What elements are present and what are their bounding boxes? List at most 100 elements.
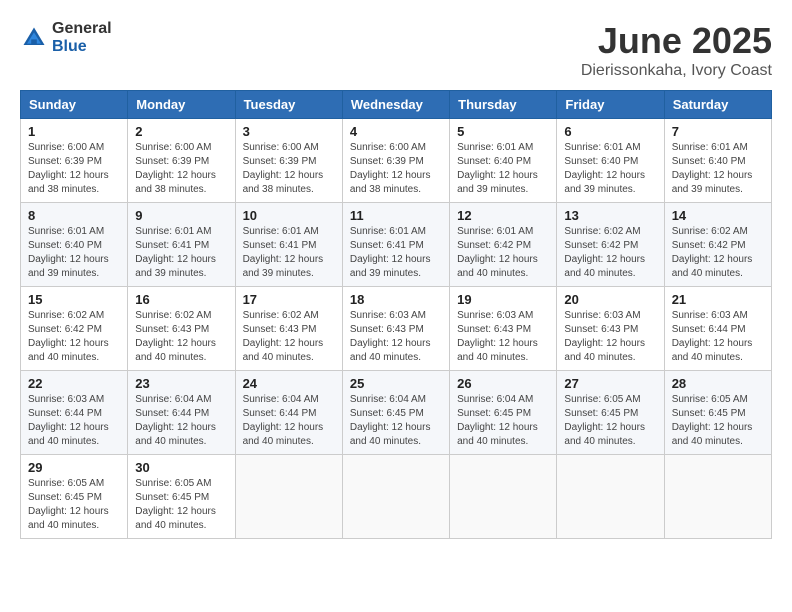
day-number: 27 [564,376,656,391]
table-cell: 6 Sunrise: 6:01 AMSunset: 6:40 PMDayligh… [557,119,664,203]
table-cell: 25 Sunrise: 6:04 AMSunset: 6:45 PMDaylig… [342,371,449,455]
day-number: 20 [564,292,656,307]
table-cell: 21 Sunrise: 6:03 AMSunset: 6:44 PMDaylig… [664,287,771,371]
page-header: General Blue June 2025 Dierissonkaha, Iv… [20,20,772,80]
day-info: Sunrise: 6:01 AMSunset: 6:40 PMDaylight:… [457,142,538,195]
calendar-row: 8 Sunrise: 6:01 AMSunset: 6:40 PMDayligh… [21,203,772,287]
day-info: Sunrise: 6:01 AMSunset: 6:40 PMDaylight:… [564,142,645,195]
calendar-row: 22 Sunrise: 6:03 AMSunset: 6:44 PMDaylig… [21,371,772,455]
day-number: 14 [672,208,764,223]
day-info: Sunrise: 6:05 AMSunset: 6:45 PMDaylight:… [672,394,753,447]
day-info: Sunrise: 6:03 AMSunset: 6:43 PMDaylight:… [350,310,431,363]
day-info: Sunrise: 6:01 AMSunset: 6:41 PMDaylight:… [135,226,216,279]
day-number: 8 [28,208,120,223]
day-info: Sunrise: 6:02 AMSunset: 6:42 PMDaylight:… [28,310,109,363]
day-number: 23 [135,376,227,391]
table-cell: 1 Sunrise: 6:00 AMSunset: 6:39 PMDayligh… [21,119,128,203]
day-number: 4 [350,124,442,139]
day-info: Sunrise: 6:00 AMSunset: 6:39 PMDaylight:… [350,142,431,195]
logo-icon [20,24,48,52]
day-info: Sunrise: 6:00 AMSunset: 6:39 PMDaylight:… [28,142,109,195]
day-info: Sunrise: 6:01 AMSunset: 6:40 PMDaylight:… [672,142,753,195]
table-cell: 9 Sunrise: 6:01 AMSunset: 6:41 PMDayligh… [128,203,235,287]
table-cell: 3 Sunrise: 6:00 AMSunset: 6:39 PMDayligh… [235,119,342,203]
calendar-header-row: Sunday Monday Tuesday Wednesday Thursday… [21,91,772,119]
day-info: Sunrise: 6:03 AMSunset: 6:43 PMDaylight:… [457,310,538,363]
logo-wordmark: General Blue [52,20,112,56]
table-cell: 23 Sunrise: 6:04 AMSunset: 6:44 PMDaylig… [128,371,235,455]
day-info: Sunrise: 6:02 AMSunset: 6:43 PMDaylight:… [135,310,216,363]
day-info: Sunrise: 6:00 AMSunset: 6:39 PMDaylight:… [135,142,216,195]
day-info: Sunrise: 6:01 AMSunset: 6:40 PMDaylight:… [28,226,109,279]
day-number: 19 [457,292,549,307]
day-info: Sunrise: 6:01 AMSunset: 6:41 PMDaylight:… [243,226,324,279]
col-wednesday: Wednesday [342,91,449,119]
day-number: 2 [135,124,227,139]
day-info: Sunrise: 6:00 AMSunset: 6:39 PMDaylight:… [243,142,324,195]
day-number: 15 [28,292,120,307]
calendar-row: 1 Sunrise: 6:00 AMSunset: 6:39 PMDayligh… [21,119,772,203]
day-number: 6 [564,124,656,139]
day-info: Sunrise: 6:04 AMSunset: 6:44 PMDaylight:… [243,394,324,447]
calendar-table: Sunday Monday Tuesday Wednesday Thursday… [20,90,772,539]
day-info: Sunrise: 6:03 AMSunset: 6:43 PMDaylight:… [564,310,645,363]
table-cell: 11 Sunrise: 6:01 AMSunset: 6:41 PMDaylig… [342,203,449,287]
day-number: 16 [135,292,227,307]
table-cell [664,455,771,539]
day-number: 1 [28,124,120,139]
day-info: Sunrise: 6:01 AMSunset: 6:42 PMDaylight:… [457,226,538,279]
day-info: Sunrise: 6:04 AMSunset: 6:45 PMDaylight:… [457,394,538,447]
table-cell: 24 Sunrise: 6:04 AMSunset: 6:44 PMDaylig… [235,371,342,455]
table-cell: 30 Sunrise: 6:05 AMSunset: 6:45 PMDaylig… [128,455,235,539]
table-cell: 2 Sunrise: 6:00 AMSunset: 6:39 PMDayligh… [128,119,235,203]
table-cell: 19 Sunrise: 6:03 AMSunset: 6:43 PMDaylig… [450,287,557,371]
location-title: Dierissonkaha, Ivory Coast [581,62,772,80]
day-number: 30 [135,460,227,475]
day-info: Sunrise: 6:05 AMSunset: 6:45 PMDaylight:… [135,478,216,531]
col-thursday: Thursday [450,91,557,119]
day-number: 17 [243,292,335,307]
day-info: Sunrise: 6:02 AMSunset: 6:42 PMDaylight:… [672,226,753,279]
day-number: 3 [243,124,335,139]
table-cell: 13 Sunrise: 6:02 AMSunset: 6:42 PMDaylig… [557,203,664,287]
day-number: 10 [243,208,335,223]
day-info: Sunrise: 6:03 AMSunset: 6:44 PMDaylight:… [28,394,109,447]
table-cell: 10 Sunrise: 6:01 AMSunset: 6:41 PMDaylig… [235,203,342,287]
day-info: Sunrise: 6:02 AMSunset: 6:42 PMDaylight:… [564,226,645,279]
table-cell: 29 Sunrise: 6:05 AMSunset: 6:45 PMDaylig… [21,455,128,539]
col-monday: Monday [128,91,235,119]
day-number: 21 [672,292,764,307]
day-info: Sunrise: 6:05 AMSunset: 6:45 PMDaylight:… [28,478,109,531]
day-info: Sunrise: 6:04 AMSunset: 6:44 PMDaylight:… [135,394,216,447]
col-friday: Friday [557,91,664,119]
day-number: 13 [564,208,656,223]
col-saturday: Saturday [664,91,771,119]
day-info: Sunrise: 6:05 AMSunset: 6:45 PMDaylight:… [564,394,645,447]
day-number: 24 [243,376,335,391]
table-cell: 20 Sunrise: 6:03 AMSunset: 6:43 PMDaylig… [557,287,664,371]
table-cell: 27 Sunrise: 6:05 AMSunset: 6:45 PMDaylig… [557,371,664,455]
day-number: 25 [350,376,442,391]
day-info: Sunrise: 6:03 AMSunset: 6:44 PMDaylight:… [672,310,753,363]
day-number: 22 [28,376,120,391]
day-info: Sunrise: 6:01 AMSunset: 6:41 PMDaylight:… [350,226,431,279]
day-number: 29 [28,460,120,475]
table-cell [450,455,557,539]
table-cell [557,455,664,539]
month-title: June 2025 [581,20,772,62]
table-cell: 16 Sunrise: 6:02 AMSunset: 6:43 PMDaylig… [128,287,235,371]
day-info: Sunrise: 6:04 AMSunset: 6:45 PMDaylight:… [350,394,431,447]
logo: General Blue [20,20,112,56]
calendar-row: 15 Sunrise: 6:02 AMSunset: 6:42 PMDaylig… [21,287,772,371]
logo-general: General [52,20,112,37]
table-cell: 7 Sunrise: 6:01 AMSunset: 6:40 PMDayligh… [664,119,771,203]
table-cell: 14 Sunrise: 6:02 AMSunset: 6:42 PMDaylig… [664,203,771,287]
table-cell: 17 Sunrise: 6:02 AMSunset: 6:43 PMDaylig… [235,287,342,371]
table-cell: 15 Sunrise: 6:02 AMSunset: 6:42 PMDaylig… [21,287,128,371]
table-cell: 22 Sunrise: 6:03 AMSunset: 6:44 PMDaylig… [21,371,128,455]
col-sunday: Sunday [21,91,128,119]
table-cell: 28 Sunrise: 6:05 AMSunset: 6:45 PMDaylig… [664,371,771,455]
table-cell: 8 Sunrise: 6:01 AMSunset: 6:40 PMDayligh… [21,203,128,287]
logo-blue: Blue [52,38,87,55]
day-number: 12 [457,208,549,223]
